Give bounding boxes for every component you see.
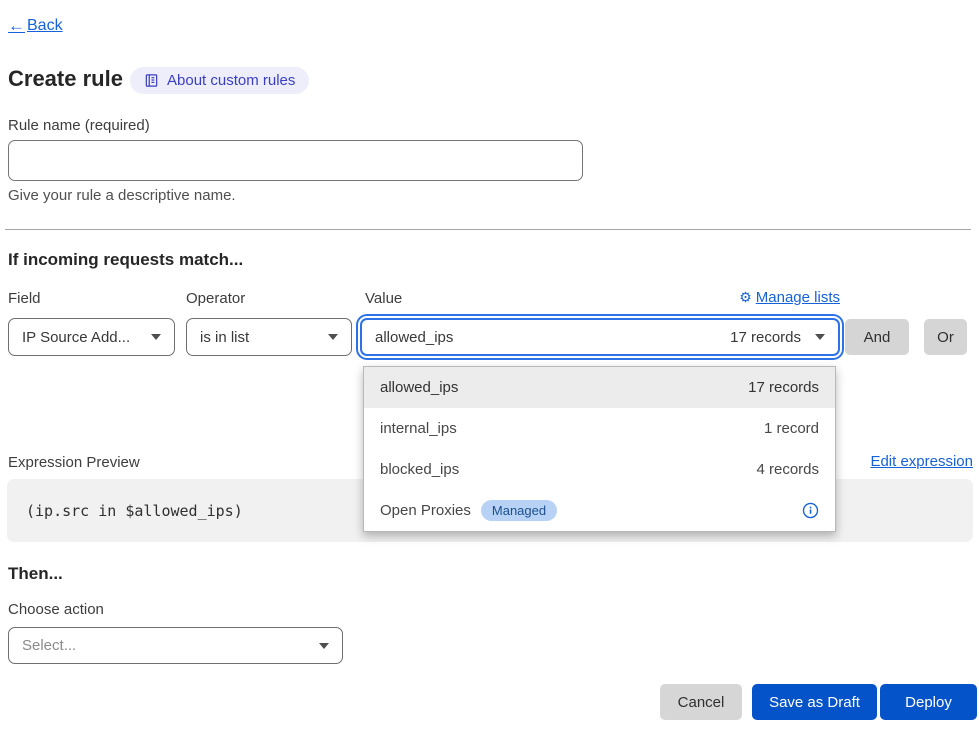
list-option-open-proxies[interactable]: Open Proxies Managed bbox=[364, 490, 835, 531]
about-badge-label: About custom rules bbox=[167, 72, 295, 89]
chevron-down-icon bbox=[151, 334, 161, 340]
expression-code: (ip.src in $allowed_ips) bbox=[26, 502, 243, 520]
field-select[interactable]: IP Source Add... bbox=[8, 318, 175, 356]
create-rule-page: ←Back Create rule About custom rules Rul… bbox=[0, 0, 979, 739]
field-label: Field bbox=[8, 290, 41, 307]
back-arrow-icon: ← bbox=[8, 16, 25, 36]
field-select-value: IP Source Add... bbox=[22, 329, 130, 346]
about-custom-rules-link[interactable]: About custom rules bbox=[130, 67, 309, 94]
expression-preview-label: Expression Preview bbox=[8, 454, 140, 471]
or-button[interactable]: Or bbox=[924, 319, 967, 355]
value-select-records: 17 records bbox=[730, 329, 801, 346]
section-divider bbox=[5, 229, 971, 230]
back-link-label: Back bbox=[27, 17, 63, 35]
operator-label: Operator bbox=[186, 290, 245, 307]
list-option-internal-ips[interactable]: internal_ips 1 record bbox=[364, 408, 835, 449]
save-as-draft-button[interactable]: Save as Draft bbox=[752, 684, 877, 720]
list-option-name: Open Proxies bbox=[380, 502, 471, 519]
chevron-down-icon bbox=[328, 334, 338, 340]
list-option-blocked-ips[interactable]: blocked_ips 4 records bbox=[364, 449, 835, 490]
manage-lists-label: Manage lists bbox=[756, 289, 840, 306]
rule-name-label: Rule name (required) bbox=[8, 117, 150, 134]
page-title: Create rule bbox=[8, 66, 123, 92]
and-button[interactable]: And bbox=[845, 319, 909, 355]
list-option-records: 4 records bbox=[756, 461, 819, 478]
match-section-heading: If incoming requests match... bbox=[8, 250, 243, 270]
list-option-name: allowed_ips bbox=[380, 379, 458, 396]
operator-select-value: is in list bbox=[200, 329, 249, 346]
operator-select[interactable]: is in list bbox=[186, 318, 352, 356]
action-select[interactable]: Select... bbox=[8, 627, 343, 664]
value-select[interactable]: allowed_ips 17 records bbox=[360, 318, 840, 356]
rule-name-helper: Give your rule a descriptive name. bbox=[8, 187, 236, 204]
action-select-placeholder: Select... bbox=[22, 637, 76, 654]
gear-icon: ⚙ bbox=[739, 289, 752, 306]
list-option-records: 1 record bbox=[764, 420, 819, 437]
chevron-down-icon bbox=[815, 334, 825, 340]
list-option-name: internal_ips bbox=[380, 420, 457, 437]
manage-lists-link[interactable]: ⚙Manage lists bbox=[739, 289, 840, 306]
edit-expression-link[interactable]: Edit expression bbox=[870, 453, 973, 470]
chevron-down-icon bbox=[319, 643, 329, 649]
book-icon bbox=[144, 73, 159, 88]
list-option-allowed-ips[interactable]: allowed_ips 17 records bbox=[364, 367, 835, 408]
cancel-button[interactable]: Cancel bbox=[660, 684, 742, 720]
value-dropdown-panel: allowed_ips 17 records internal_ips 1 re… bbox=[363, 366, 836, 532]
manage-lists-row: ⚙Manage lists bbox=[360, 289, 840, 306]
deploy-button[interactable]: Deploy bbox=[880, 684, 977, 720]
list-option-records: 17 records bbox=[748, 379, 819, 396]
info-icon[interactable] bbox=[802, 502, 819, 519]
rule-name-input[interactable] bbox=[8, 140, 583, 181]
list-option-name: blocked_ips bbox=[380, 461, 459, 478]
managed-badge: Managed bbox=[481, 500, 557, 521]
back-link[interactable]: ←Back bbox=[8, 16, 63, 36]
choose-action-label: Choose action bbox=[8, 601, 104, 618]
value-select-value: allowed_ips bbox=[375, 329, 453, 346]
then-section-heading: Then... bbox=[8, 564, 63, 584]
